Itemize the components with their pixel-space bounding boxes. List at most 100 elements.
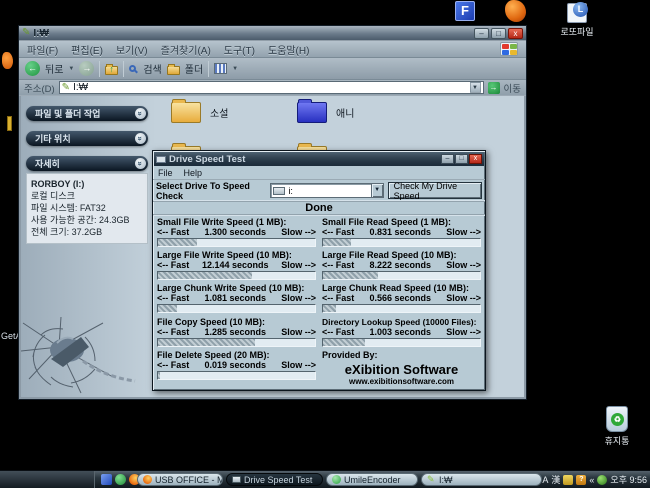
fast-label: <-- Fast (322, 227, 355, 237)
back-button-icon[interactable]: ← (25, 61, 40, 76)
explorer-menubar: 파일(F) 편집(E) 보기(V) 즐겨찾기(A) 도구(T) 도움말(H) (19, 41, 526, 58)
panel-other-places[interactable]: 기타 위치 » (26, 131, 148, 146)
address-dropdown-button[interactable]: ▼ (469, 82, 481, 93)
recycle-bin-label: 휴지통 (604, 436, 630, 446)
tray-help-icon[interactable]: ? (576, 474, 587, 485)
test-value: 1.300 seconds (204, 227, 267, 237)
menu-file[interactable]: 파일(F) (27, 42, 58, 57)
menu-view[interactable]: 보기(V) (116, 42, 148, 57)
panel-expand-icon[interactable]: » (135, 133, 146, 144)
menu-favorites[interactable]: 즐겨찾기(A) (161, 42, 211, 57)
panel-file-folder-tasks[interactable]: 파일 및 폴더 작업 » (26, 106, 148, 121)
panel-collapse-icon[interactable]: » (135, 158, 146, 169)
test-value: 12.144 seconds (201, 260, 269, 271)
search-icon[interactable] (129, 65, 137, 72)
back-button-label[interactable]: 뒤로 (45, 61, 63, 76)
menu-edit[interactable]: 편집(E) (71, 42, 103, 57)
test-large-file-read: Large File Read Speed (10 MB): <-- Fast 8… (322, 250, 481, 281)
lotto-file-icon: L (567, 2, 588, 23)
address-label: 주소(D) (24, 83, 55, 95)
quicklaunch-document-icon[interactable] (101, 474, 112, 485)
maximize-button[interactable]: □ (455, 154, 468, 164)
folder-icon (171, 99, 201, 123)
drive-select-combo[interactable]: i: ▼ (270, 183, 384, 198)
partial-desktop-icon[interactable] (2, 52, 13, 69)
menu-tools[interactable]: 도구(T) (224, 42, 255, 57)
panel-details[interactable]: 자세히 » (26, 156, 148, 171)
test-large-file-write: Large File Write Speed (10 MB): <-- Fast… (157, 250, 316, 281)
desktop-icon-orange-app[interactable] (505, 0, 526, 22)
toolbar-separator (99, 60, 101, 77)
select-drive-label: Select Drive To Speed Check (156, 180, 250, 201)
speedtest-window-title: Drive Speed Test (169, 153, 246, 165)
minimize-button[interactable]: – (441, 154, 454, 164)
views-icon[interactable] (214, 63, 228, 74)
tray-overflow-icon[interactable]: « (589, 475, 594, 485)
slow-label: Slow --> (446, 260, 481, 271)
go-button-icon[interactable]: → (487, 81, 500, 94)
system-tray: A 漢 ? « 오후 9:56 (542, 471, 650, 488)
minimize-button[interactable]: – (474, 27, 489, 39)
software-vendor-url: www.exibitionsoftware.com (348, 376, 455, 386)
drive-details-panel: RORBOY (I:) 로컬 디스크 파일 시스템: FAT32 사용 가능한 … (26, 173, 148, 244)
start-button[interactable] (0, 471, 95, 488)
menu-help[interactable]: 도움말(H) (268, 42, 309, 57)
up-folder-icon[interactable]: ↑ (105, 63, 119, 75)
speedtest-titlebar[interactable]: Drive Speed Test – □ x (154, 152, 484, 166)
drive-type: 로컬 디스크 (31, 191, 75, 201)
folder-item-novel[interactable]: 소설 (171, 99, 228, 123)
taskbar-button-umileencoder[interactable]: UmileEncoder (326, 473, 418, 486)
folder-icon (297, 99, 327, 123)
test-small-file-write: Small File Write Speed (1 MB): <-- Fast 1… (157, 217, 316, 248)
close-button[interactable]: x (508, 27, 523, 39)
tray-app-icon[interactable] (563, 474, 574, 485)
combo-dropdown-icon[interactable]: ▼ (370, 184, 383, 197)
menu-file[interactable]: File (158, 168, 173, 178)
provided-by-label: Provided By: (322, 349, 378, 360)
drive-speed-test-window: Drive Speed Test – □ x File Help Select … (152, 150, 486, 391)
desktop-icon-lotto[interactable]: L 로또파일 (555, 2, 599, 38)
maximize-button[interactable]: □ (491, 27, 506, 39)
desktop-icon-flashget[interactable]: F (455, 1, 475, 21)
test-directory-lookup: Directory Lookup Speed (10000 Files): <-… (322, 317, 481, 348)
provided-by-block: Provided By: eXibition Software www.exib… (322, 350, 481, 387)
search-button-label[interactable]: 검색 (143, 61, 161, 76)
close-button[interactable]: x (469, 154, 482, 164)
test-small-file-read: Small File Read Speed (1 MB): <-- Fast 0.… (322, 217, 481, 248)
views-dropdown-icon[interactable]: ▼ (232, 66, 238, 72)
explorer-titlebar[interactable]: ✎ I:₩ – □ x (19, 26, 526, 41)
taskbar-button-drive-speed-test[interactable]: Drive Speed Test (226, 473, 323, 486)
progress-bar (157, 304, 316, 314)
spiderweb-theme-art (21, 317, 136, 394)
forward-button-icon[interactable]: → (79, 61, 95, 76)
address-input[interactable]: ✎ I:₩ ▼ (58, 81, 484, 94)
test-results-grid: Small File Write Speed (1 MB): <-- Fast 1… (153, 215, 485, 390)
address-bar: 주소(D) ✎ I:₩ ▼ → 이동 (19, 80, 526, 96)
taskbar-button-firefox[interactable]: USB OFFICE - Mozil... (137, 473, 223, 486)
check-drive-speed-button[interactable]: Check My Drive Speed (387, 181, 482, 201)
ime-hanja-icon[interactable]: 漢 (551, 473, 560, 486)
quicklaunch-app-icon[interactable] (115, 474, 126, 485)
flashget-icon: F (455, 1, 475, 21)
ime-english-icon[interactable]: A (542, 475, 548, 485)
taskbar-button-explorer[interactable]: ✎ I:₩ (421, 473, 542, 486)
test-file-copy: File Copy Speed (10 MB): <-- Fast 1.285 s… (157, 317, 316, 348)
go-button-label[interactable]: 이동 (504, 81, 521, 95)
back-dropdown-icon[interactable]: ▼ (68, 66, 74, 72)
panel-expand-icon[interactable]: » (135, 108, 146, 119)
recycle-bin-icon: ♻ (606, 406, 628, 432)
tray-status-icon[interactable] (597, 474, 608, 485)
menu-help[interactable]: Help (184, 168, 203, 178)
folders-button-label[interactable]: 폴더 (185, 61, 203, 76)
progress-bar (157, 370, 316, 380)
fast-label: <-- Fast (322, 326, 355, 337)
encoder-icon (332, 475, 341, 484)
partial-desktop-icon[interactable] (7, 116, 12, 131)
fast-label: <-- Fast (322, 260, 355, 271)
desktop-icon-recycle-bin[interactable]: ♻ 휴지통 (595, 406, 639, 447)
address-value: I:₩ (73, 82, 89, 93)
folders-view-icon[interactable] (166, 63, 180, 75)
drive-pencil-icon: ✎ (61, 81, 71, 93)
folder-item-anime[interactable]: 애니 (297, 99, 354, 123)
drive-pencil-icon: ✎ (427, 474, 435, 484)
